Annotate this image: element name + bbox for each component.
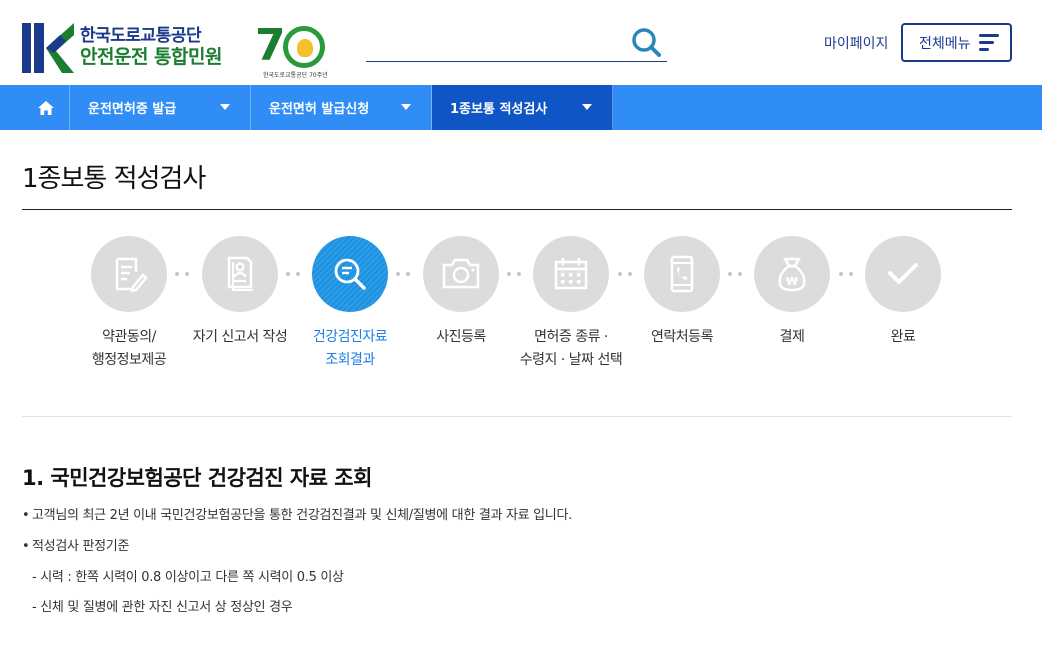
step-circle bbox=[91, 236, 167, 312]
step-circle: ₩ bbox=[754, 236, 830, 312]
bullet-dot-icon: • bbox=[22, 539, 30, 554]
site-logo[interactable]: 한국도로교통공단 안전운전 통합민원 bbox=[22, 22, 252, 74]
anniversary-number: 7 bbox=[255, 20, 286, 71]
koroad-logo-icon bbox=[22, 23, 74, 73]
phone-icon bbox=[670, 255, 694, 293]
section-divider bbox=[22, 416, 1012, 417]
step-circle bbox=[423, 236, 499, 312]
all-menu-button[interactable]: 전체메뉴 bbox=[901, 23, 1012, 62]
site-header: 한국도로교통공단 안전운전 통합민원 7 한국도로교통공단 70주년 마이페이지… bbox=[0, 0, 1042, 85]
step-label-line2: 조회결과 bbox=[325, 352, 375, 368]
chevron-down-icon bbox=[401, 104, 411, 110]
nav-item-aptitude-test[interactable]: 1종보통 적성검사 bbox=[432, 85, 613, 130]
step-circle bbox=[865, 236, 941, 312]
chevron-down-icon bbox=[582, 104, 592, 110]
money-bag-icon: ₩ bbox=[778, 257, 806, 292]
search-icon[interactable] bbox=[631, 27, 661, 57]
step-label-line2: 수령지 · 날짜 선택 bbox=[519, 352, 623, 368]
step-circle bbox=[644, 236, 720, 312]
home-icon bbox=[37, 100, 54, 115]
section-title: 1. 국민건강보험공단 건강검진 자료 조회 bbox=[22, 466, 372, 490]
step-circle bbox=[202, 236, 278, 312]
step-circle-active bbox=[312, 236, 388, 312]
all-menu-label: 전체메뉴 bbox=[919, 35, 971, 52]
bullet-item: • 적성검사 판정기준 bbox=[22, 535, 129, 554]
criteria-vision: - 시력 : 한쪽 시력이 0.8 이상이고 다른 쪽 시력이 0.5 이상 bbox=[32, 570, 344, 585]
person-document-icon bbox=[227, 256, 253, 291]
main-nav: 운전면허증 발급 운전면허 발급신청 1종보통 적성검사 bbox=[0, 85, 1042, 130]
nav-item-label: 1종보통 적성검사 bbox=[450, 102, 548, 117]
check-icon bbox=[888, 263, 918, 284]
nav-item-license-issue[interactable]: 운전면허증 발급 bbox=[70, 85, 251, 130]
calendar-icon bbox=[554, 258, 588, 290]
search-bar bbox=[366, 24, 667, 62]
mypage-link[interactable]: 마이페이지 bbox=[824, 33, 888, 53]
logo-line1: 한국도로교통공단 bbox=[80, 26, 202, 47]
nav-item-license-application[interactable]: 운전면허 발급신청 bbox=[251, 85, 432, 130]
step-complete: 완료 bbox=[828, 236, 978, 349]
bullet-text: 고객님의 최근 2년 이내 국민건강보험공단을 통한 건강검진결과 및 신체/질… bbox=[32, 508, 572, 523]
bullet-text: 적성검사 판정기준 bbox=[32, 539, 130, 554]
document-edit-icon bbox=[115, 257, 148, 293]
anniversary-mascot-icon bbox=[283, 26, 325, 68]
logo-line2: 안전운전 통합민원 bbox=[80, 45, 222, 68]
nav-item-label: 운전면허증 발급 bbox=[88, 102, 177, 117]
chevron-down-icon bbox=[220, 104, 230, 110]
search-input[interactable] bbox=[366, 24, 626, 60]
search-document-icon bbox=[334, 258, 366, 290]
camera-icon bbox=[442, 258, 480, 289]
step-label-line2: 행정정보제공 bbox=[91, 352, 167, 368]
menu-icon bbox=[979, 34, 999, 52]
step-circle bbox=[533, 236, 609, 312]
title-divider bbox=[22, 209, 1012, 210]
anniversary-emblem: 7 한국도로교통공단 70주년 bbox=[255, 20, 331, 80]
bullet-dot-icon: • bbox=[22, 508, 30, 523]
home-button[interactable] bbox=[22, 85, 70, 130]
svg-text:₩: ₩ bbox=[786, 275, 798, 288]
bullet-item: • 고객님의 최근 2년 이내 국민건강보험공단을 통한 건강검진결과 및 신체/… bbox=[22, 504, 572, 523]
step-label-line1: 완료 bbox=[890, 329, 916, 345]
criteria-body: - 신체 및 질병에 관한 자진 신고서 상 정상인 경우 bbox=[32, 600, 293, 615]
page-title: 1종보통 적성검사 bbox=[22, 164, 206, 194]
anniversary-caption: 한국도로교통공단 70주년 bbox=[263, 72, 328, 79]
progress-steps: 약관동의/ 행정정보제공 자기 신고서 작성 건강검진자료 조회결과 사진등록 … bbox=[0, 236, 1042, 376]
nav-item-label: 운전면허 발급신청 bbox=[269, 102, 370, 117]
